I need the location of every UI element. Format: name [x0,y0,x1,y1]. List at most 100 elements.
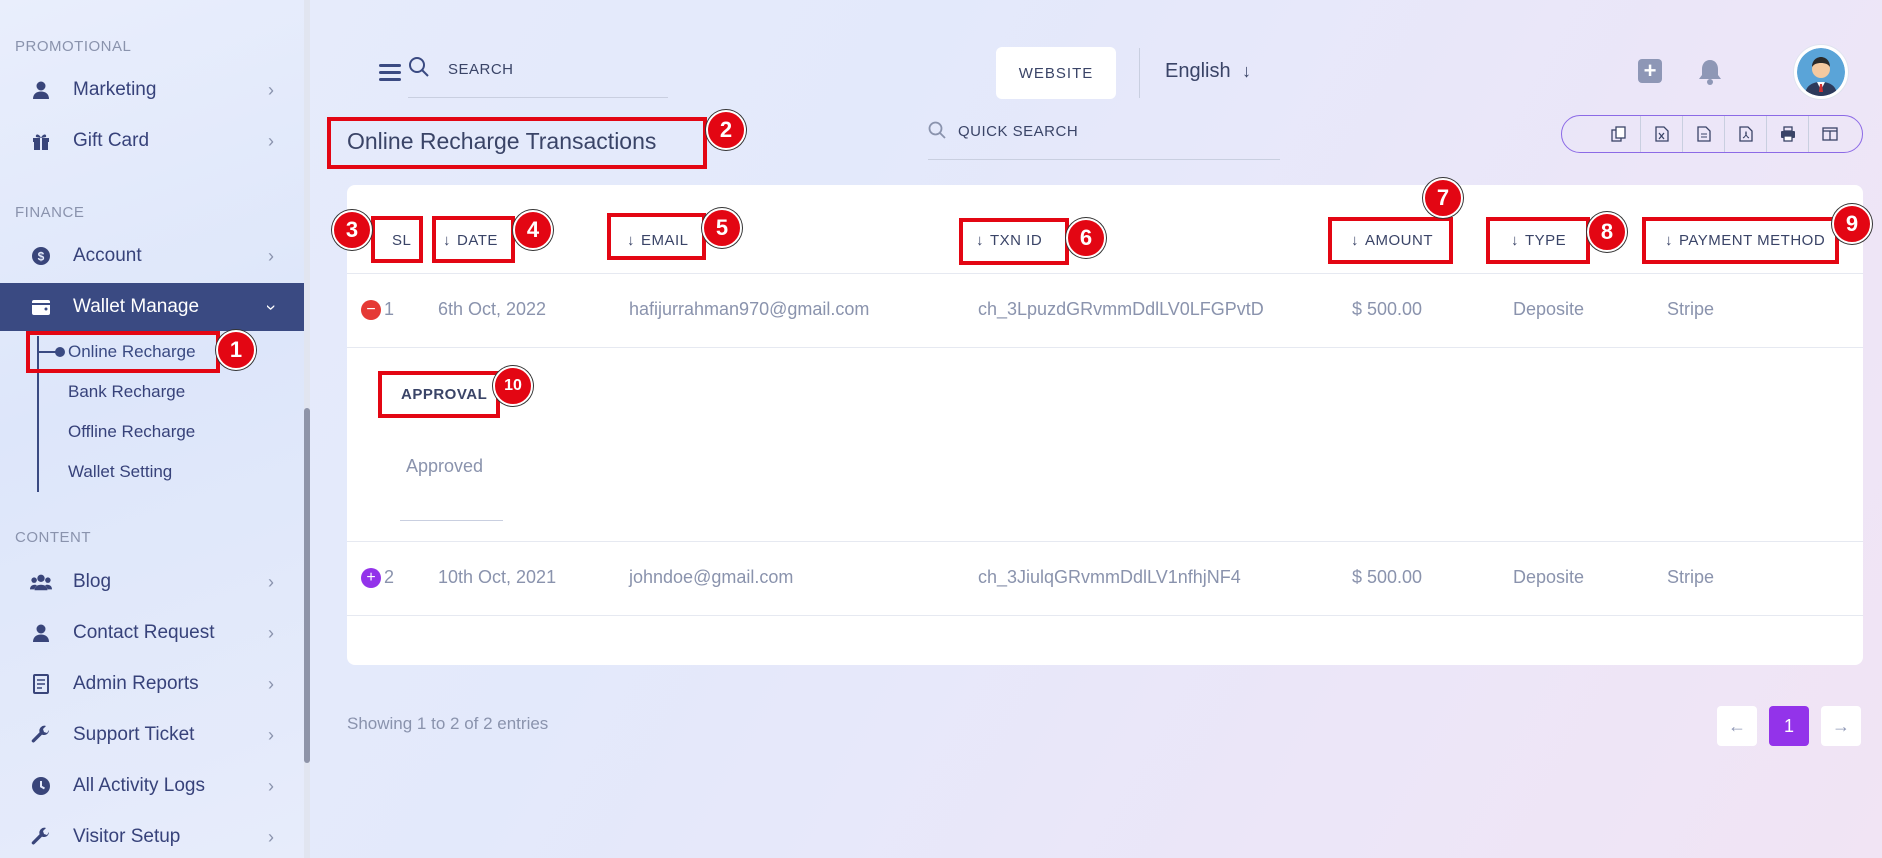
sidebar-item-label: Contact Request [73,622,215,643]
global-search [408,56,668,98]
sidebar-item-account[interactable]: $ Account › [0,232,304,280]
section-promotional: PROMOTIONAL [15,38,132,55]
sidebar-item-gift-card[interactable]: Gift Card › [0,117,304,165]
chevron-right-icon: › [268,673,274,694]
sidebar-subitem-offline-recharge[interactable]: Offline Recharge [68,422,195,442]
sidebar-item-label: Gift Card [73,130,150,151]
report-icon [30,673,52,695]
prev-page-icon[interactable]: ← [1717,706,1757,746]
cell-amount: $ 500.00 [1352,567,1423,587]
cell-sl: 1 [384,299,395,319]
cell-txn-id: ch_3JiulqGRvmmDdlLV1nfhjNF4 [978,567,1241,587]
sidebar-item-blog[interactable]: Blog › [0,558,304,606]
excel-icon[interactable] [1640,116,1682,152]
sidebar-item-admin-reports[interactable]: Admin Reports › [0,660,304,708]
divider [347,347,1863,348]
cell-payment-method: Stripe [1667,299,1715,319]
pdf-icon[interactable] [1724,116,1766,152]
chevron-right-icon: › [268,245,274,266]
sidebar-item-label: Wallet Manage [73,296,200,317]
cell-email: johndoe@gmail.com [629,567,794,587]
chevron-right-icon: › [268,775,274,796]
wrench-icon [30,826,52,848]
cell-payment-method: Stripe [1667,567,1715,587]
annotation-box [607,213,706,260]
sidebar-item-contact-request[interactable]: Contact Request › [0,609,304,657]
divider [400,520,503,521]
sidebar-item-all-activity-logs[interactable]: All Activity Logs › [0,762,304,810]
copy-icon[interactable] [1598,116,1640,152]
collapse-row-icon[interactable]: − [361,300,381,320]
bell-icon[interactable] [1697,58,1723,86]
quick-search [928,118,1280,160]
chevron-right-icon: › [268,622,274,643]
section-content: CONTENT [15,529,91,546]
annotation-badge: 4 [513,210,553,250]
page-button[interactable]: 1 [1769,706,1809,746]
annotation-box [327,117,707,169]
wrench-icon [30,724,52,746]
wallet-icon [30,296,52,318]
chevron-down-icon: › [261,304,282,310]
chevron-right-icon: › [268,79,274,100]
search-input[interactable] [448,61,658,78]
cell-email: hafijurrahman970@gmail.com [629,299,870,319]
annotation-box [1328,217,1453,264]
sidebar-item-label: Account [73,245,142,266]
sidebar-subitem-bank-recharge[interactable]: Bank Recharge [68,382,185,402]
sidebar-item-label: Marketing [73,79,157,100]
website-button[interactable]: WEBSITE [996,47,1116,99]
chevron-right-icon: › [268,724,274,745]
annotation-box [371,216,423,263]
sidebar-subitem-wallet-setting[interactable]: Wallet Setting [68,462,172,482]
cell-date: 10th Oct, 2021 [438,567,557,587]
sidebar-item-label: All Activity Logs [73,775,205,796]
avatar[interactable] [1794,45,1848,99]
search-icon [408,56,432,80]
cell-amount: $ 500.00 [1352,299,1423,319]
section-finance: FINANCE [15,204,85,221]
sidebar-item-label: Support Ticket [73,724,195,745]
csv-icon[interactable] [1682,116,1724,152]
gift-icon [30,130,52,152]
sidebar-scrollbar-thumb[interactable] [304,408,310,763]
columns-icon[interactable] [1808,116,1850,152]
cell-type: Deposite [1513,299,1585,319]
quick-search-input[interactable] [958,123,1258,140]
print-icon[interactable] [1766,116,1808,152]
entries-info: Showing 1 to 2 of 2 entries [347,714,549,733]
annotation-box [1642,217,1839,264]
annotation-badge: 10 [493,366,533,406]
export-toolbar [1561,115,1863,153]
menu-toggle-icon[interactable] [379,64,401,82]
coin-icon: $ [30,245,52,267]
sidebar-item-visitor-setup[interactable]: Visitor Setup › [0,813,304,858]
annotation-badge: 9 [1832,204,1872,244]
clock-icon [30,775,52,797]
sidebar-item-label: Blog [73,571,112,592]
divider [1139,48,1140,98]
cell-date: 6th Oct, 2022 [438,299,547,319]
sidebar-item-wallet-manage[interactable]: Wallet Manage › [0,283,304,331]
add-icon[interactable]: + [1638,58,1662,83]
search-icon [928,121,948,141]
sidebar-item-marketing[interactable]: Marketing › [0,66,304,114]
cell-type: Deposite [1513,567,1585,587]
annotation-box [26,331,220,373]
child-row-value: Approved [406,456,484,476]
transactions-table [347,185,1863,665]
expand-row-icon[interactable]: + [361,568,381,588]
user-icon [30,622,52,644]
user-icon [30,79,52,101]
svg-text:$: $ [38,250,45,264]
sidebar: PROMOTIONAL Marketing › Gift Card › FINA… [0,0,304,858]
annotation-badge: 5 [702,208,742,248]
annotation-box [378,371,500,418]
annotation-badge: 6 [1066,218,1106,258]
divider [347,273,1863,274]
chevron-right-icon: › [268,826,274,847]
cell-txn-id: ch_3LpuzdGRvmmDdlLV0LFGPvtD [978,299,1264,319]
sidebar-item-support-ticket[interactable]: Support Ticket › [0,711,304,759]
language-selector[interactable]: English ↓ [1165,60,1251,83]
next-page-icon[interactable]: → [1821,706,1861,746]
